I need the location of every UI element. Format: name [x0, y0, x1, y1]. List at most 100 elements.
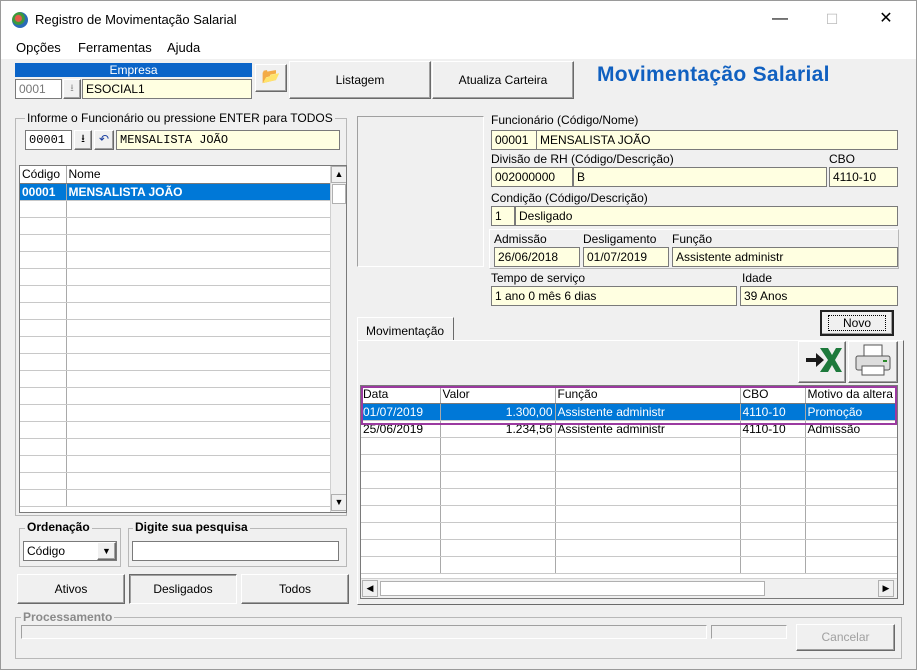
employee-lookup-icon[interactable]: ⭳ [74, 130, 92, 150]
table-row[interactable] [20, 387, 331, 405]
atualiza-carteira-button[interactable]: Atualiza Carteira [432, 61, 574, 99]
table-row[interactable] [20, 251, 331, 269]
table-row[interactable] [361, 454, 897, 472]
mov-header-cbo[interactable]: CBO [740, 386, 806, 404]
table-row[interactable] [20, 370, 331, 388]
table-row[interactable] [20, 200, 331, 218]
table-row[interactable] [20, 472, 331, 490]
table-row[interactable]: 00001 MENSALISTA JOÃO [20, 183, 331, 201]
idade-field: 39 Anos [740, 286, 898, 306]
table-row[interactable] [20, 234, 331, 252]
table-row[interactable] [361, 437, 897, 455]
tab-movimentacao-label: Movimentação [366, 324, 445, 338]
scroll-up-icon[interactable]: ▲ [331, 166, 346, 183]
employee-code-input[interactable]: 00001 [25, 130, 72, 150]
scroll-right-icon[interactable]: ▶ [878, 580, 894, 597]
table-row[interactable] [20, 285, 331, 303]
table-row[interactable]: 25/06/2019 1.234,56 Assistente administr… [361, 420, 897, 438]
empresa-code-field[interactable]: 0001 [15, 79, 62, 99]
menu-ajuda[interactable]: Ajuda [167, 40, 200, 55]
cancelar-button[interactable]: Cancelar [796, 624, 895, 651]
menu-opcoes[interactable]: Opções [16, 40, 61, 55]
mov-motivo: Admissão [805, 420, 897, 438]
table-row[interactable] [20, 217, 331, 235]
chevron-down-icon[interactable]: ▼ [97, 542, 116, 560]
table-row[interactable] [20, 455, 331, 473]
app-icon [12, 12, 28, 28]
table-row[interactable] [361, 522, 897, 540]
funcao-label: Função [672, 232, 713, 246]
grid-header-nome[interactable]: Nome [66, 166, 331, 184]
mov-header-funcao[interactable]: Função [555, 386, 741, 404]
table-row[interactable] [361, 539, 897, 557]
menu-ferramentas[interactable]: Ferramentas [78, 40, 152, 55]
scroll-left-icon[interactable]: ◀ [362, 580, 378, 597]
table-row[interactable] [20, 438, 331, 456]
novo-button[interactable]: Novo [820, 310, 894, 336]
empresa-label: Empresa [15, 63, 252, 77]
table-row[interactable]: 01/07/2019 1.300,00 Assistente administr… [361, 403, 897, 421]
table-row[interactable] [361, 488, 897, 506]
condicao-label: Condição (Código/Descrição) [491, 191, 648, 205]
undo-icon[interactable]: ↶ [94, 130, 114, 150]
table-row[interactable] [20, 353, 331, 371]
hscroll-thumb[interactable] [380, 581, 765, 596]
table-row[interactable] [20, 489, 331, 507]
mov-header-valor[interactable]: Valor [440, 386, 556, 404]
minimize-button[interactable]: — [757, 5, 803, 33]
novo-button-label: Novo [827, 315, 886, 331]
funcao-field: Assistente administr [672, 247, 898, 267]
table-row[interactable] [20, 421, 331, 439]
mov-data: 25/06/2019 [361, 420, 441, 438]
table-row[interactable] [20, 404, 331, 422]
export-excel-button[interactable] [798, 341, 846, 383]
photo-frame [357, 116, 484, 267]
desligamento-label: Desligamento [583, 232, 657, 246]
tab-todos[interactable]: Todos [241, 574, 349, 604]
divisao-desc-field: B [573, 167, 827, 187]
table-row[interactable] [361, 471, 897, 489]
mov-valor: 1.234,56 [440, 420, 556, 438]
folder-icon: 📂 [261, 68, 281, 85]
funcionario-name-field: MENSALISTA JOÃO [536, 130, 898, 150]
tab-ativos[interactable]: Ativos [17, 574, 125, 604]
window-title: Registro de Movimentação Salarial [35, 12, 237, 27]
table-row[interactable] [20, 302, 331, 320]
table-row[interactable] [20, 319, 331, 337]
table-row[interactable] [361, 505, 897, 523]
row-code: 00001 [20, 183, 67, 201]
condicao-desc-field: Desligado [515, 206, 898, 226]
excel-icon [806, 348, 842, 372]
print-button[interactable] [848, 341, 898, 383]
table-row[interactable] [20, 268, 331, 286]
grid-header-codigo[interactable]: Código [20, 166, 67, 184]
mov-valor: 1.300,00 [440, 403, 556, 421]
scroll-thumb[interactable] [332, 184, 346, 204]
desligamento-field: 01/07/2019 [583, 247, 669, 267]
close-button[interactable]: ✕ [863, 5, 909, 33]
employee-grid-scrollbar[interactable]: ▲ ▼ [330, 166, 346, 512]
mov-funcao: Assistente administr [555, 420, 741, 438]
pesquisa-input[interactable] [132, 541, 339, 561]
open-folder-button[interactable]: 📂 [255, 64, 287, 92]
mov-grid-hscrollbar[interactable]: ◀ ▶ [361, 578, 897, 598]
table-row[interactable] [361, 556, 897, 574]
mov-header-motivo[interactable]: Motivo da altera [805, 386, 897, 404]
employee-name-field: MENSALISTA JOÃO [116, 130, 340, 150]
empresa-lookup-icon[interactable]: ⭳ [63, 79, 81, 99]
tab-desligados[interactable]: Desligados [129, 574, 237, 604]
listagem-button[interactable]: Listagem [289, 61, 431, 99]
row-name: MENSALISTA JOÃO [66, 183, 331, 201]
employee-group-label: Informe o Funcionário ou pressione ENTER… [25, 111, 335, 125]
printer-icon [855, 344, 891, 376]
tab-movimentacao[interactable]: Movimentação [357, 317, 454, 341]
scroll-down-icon[interactable]: ▼ [331, 494, 346, 511]
mov-header-data[interactable]: Data [361, 386, 441, 404]
table-row[interactable] [20, 336, 331, 354]
maximize-button[interactable]: ☐ [809, 5, 855, 33]
cbo-field: 4110-10 [829, 167, 898, 187]
condicao-code-field: 1 [491, 206, 515, 226]
cbo-label: CBO [829, 152, 856, 166]
empresa-name-field: ESOCIAL1 [82, 79, 252, 99]
admissao-label: Admissão [494, 232, 547, 246]
